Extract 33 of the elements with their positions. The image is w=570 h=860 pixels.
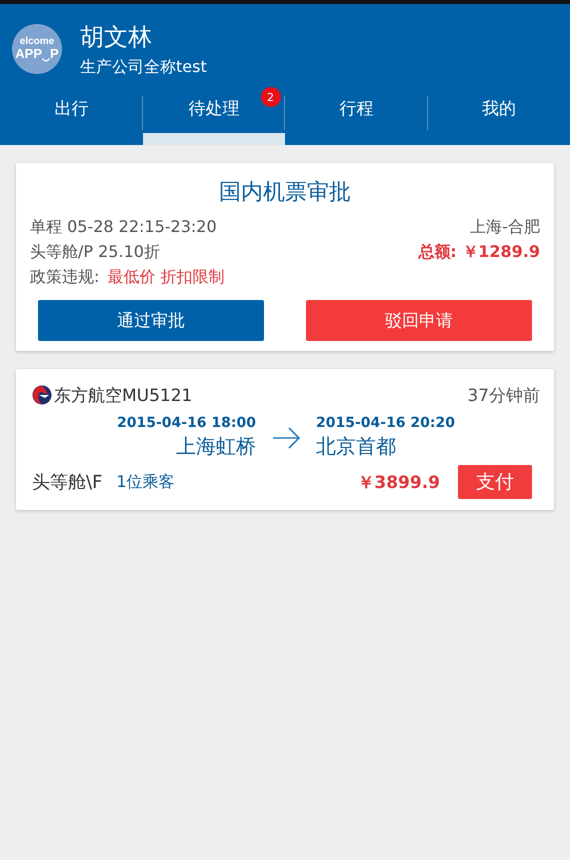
policy-violations: 最低价 折扣限制 (107, 267, 224, 288)
tab[interactable]: 出行 (0, 84, 142, 145)
tab[interactable]: 我的 (428, 84, 570, 145)
reject-button[interactable]: 驳回申请 (306, 300, 532, 341)
policy-label: 政策违规: (30, 267, 100, 288)
departure-time: 2015-04-16 18:00 (117, 415, 256, 431)
approve-button[interactable]: 通过审批 (38, 300, 264, 341)
count-badge: 2 (260, 87, 280, 107)
arrival-time: 2015-04-16 20:20 (316, 415, 455, 431)
trip-time: 单程 05-28 22:15-23:20 (30, 217, 217, 238)
tab-label: 出行 (54, 98, 88, 120)
tab[interactable]: 行程 (285, 84, 428, 145)
user-name: 胡文林 (80, 22, 153, 52)
card-title: 国内机票审批 (218, 179, 352, 207)
route: 上海-合肥 (470, 217, 540, 238)
tab[interactable]: 待处理 2 (142, 84, 285, 145)
company-name: 生产公司全称test (80, 56, 207, 78)
avatar-text: elcome (20, 36, 54, 48)
tab-label: 行程 (339, 98, 374, 120)
avatar-text: APP‿P (15, 47, 59, 62)
ticket-price: ￥3899.9 (357, 472, 440, 494)
arrival-airport: 北京首都 (316, 433, 396, 460)
cabin-class: 头等舱\F (32, 471, 102, 494)
passenger-count: 1位乘客 (116, 472, 175, 492)
pay-button[interactable]: 支付 (458, 465, 532, 499)
tab-label: 我的 (482, 98, 516, 120)
cabin-discount: 头等舱/P 25.10折 (30, 242, 160, 263)
time-ago: 37分钟前 (467, 384, 540, 406)
tab-label: 待处理 (188, 98, 240, 120)
airline-logo-icon (32, 385, 52, 405)
departure-airport: 上海虹桥 (176, 433, 256, 460)
airline-flight: 东方航空MU5121 (54, 384, 192, 406)
total-amount: 总额: ￥1289.9 (418, 242, 540, 263)
